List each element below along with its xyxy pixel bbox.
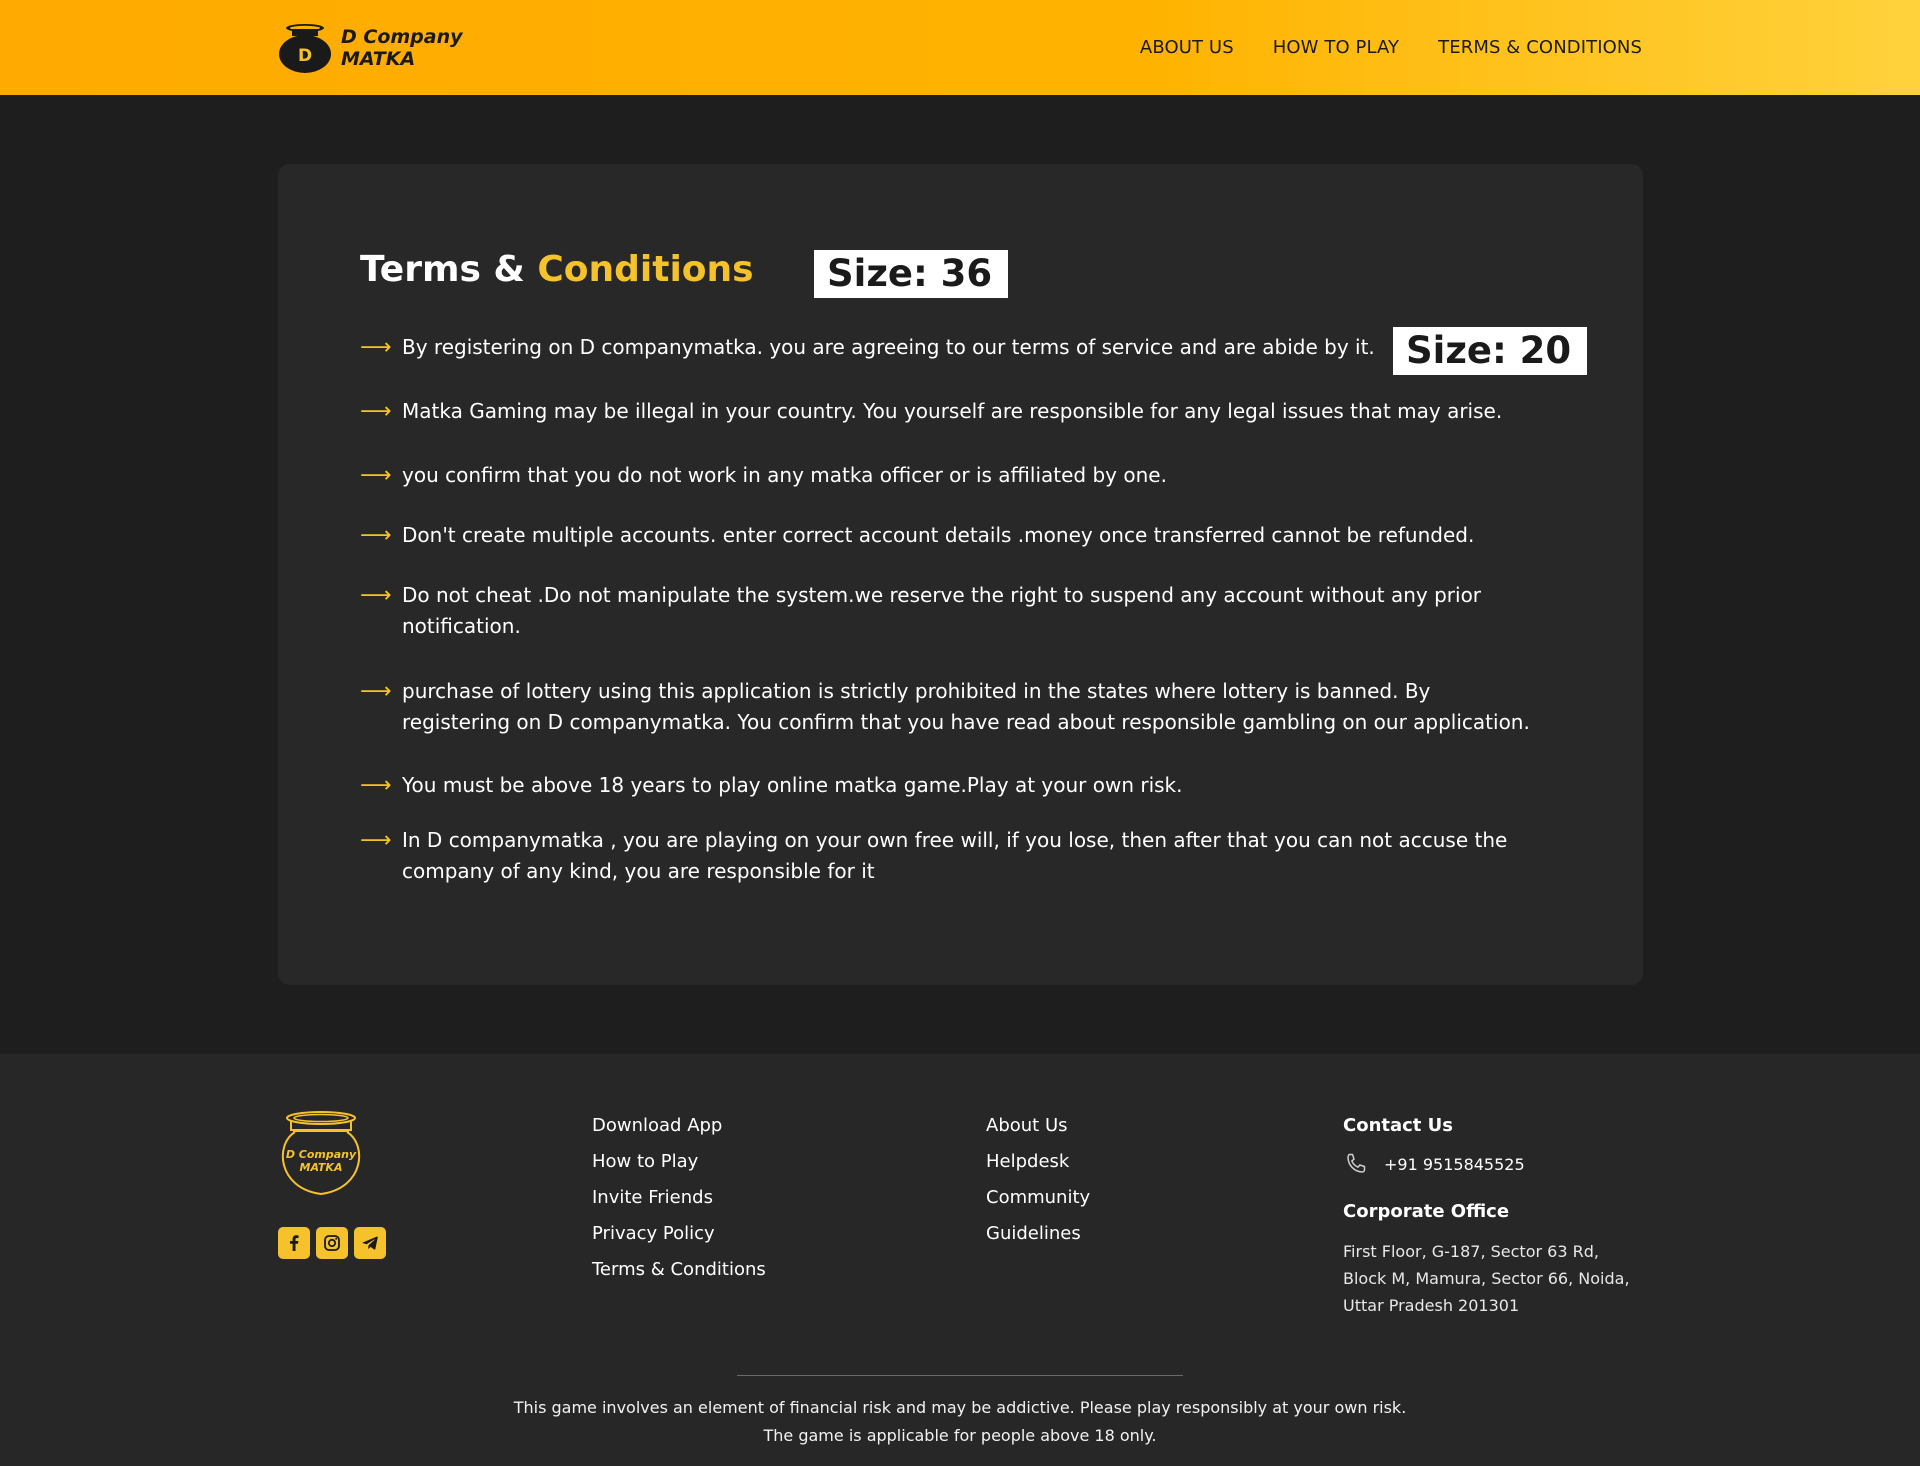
terms-card: Terms & Conditions Size: 36 ⟶ By registe… — [278, 164, 1643, 985]
footer-link-terms-conditions[interactable]: Terms & Conditions — [592, 1252, 766, 1288]
footer-link-helpdesk[interactable]: Helpdesk — [986, 1144, 1090, 1180]
term-item: ⟶ purchase of lottery using this applica… — [360, 676, 1540, 738]
address-line: Uttar Pradesh 201301 — [1343, 1296, 1520, 1315]
instagram-icon[interactable] — [316, 1227, 348, 1259]
arrow-right-icon: ⟶ — [360, 828, 392, 853]
footer-link-invite-friends[interactable]: Invite Friends — [592, 1180, 766, 1216]
contact-heading: Contact Us — [1343, 1115, 1454, 1136]
disclaimer-line: This game involves an element of financi… — [513, 1398, 1407, 1417]
arrow-right-icon: ⟶ — [360, 773, 392, 798]
page-title-part1: Terms & — [360, 249, 538, 290]
term-item: ⟶ By registering on D companymatka. you … — [360, 332, 1540, 363]
term-item: ⟶ Do not cheat .Do not manipulate the sy… — [360, 580, 1540, 642]
facebook-icon[interactable] — [278, 1227, 310, 1259]
nav-how-to-play[interactable]: HOW TO PLAY — [1273, 37, 1399, 58]
brand-name-line1: D Company — [341, 26, 463, 48]
page-title-accent: Conditions — [537, 249, 754, 290]
social-links — [278, 1227, 392, 1259]
arrow-right-icon: ⟶ — [360, 335, 392, 360]
term-text: Don't create multiple accounts. enter co… — [402, 523, 1475, 547]
phone-number: +91 9515845525 — [1384, 1154, 1525, 1174]
term-item: ⟶ You must be above 18 years to play onl… — [360, 770, 1540, 801]
nav-about-us[interactable]: ABOUT US — [1140, 37, 1234, 58]
size-annotation-body: Size: 20 — [1393, 327, 1588, 375]
contact-section: Contact Us +91 9515845525 Corporate Offi… — [1343, 1108, 1663, 1319]
footer-link-download-app[interactable]: Download App — [592, 1108, 766, 1144]
arrow-right-icon: ⟶ — [360, 583, 392, 608]
arrow-right-icon: ⟶ — [360, 399, 392, 424]
arrow-right-icon: ⟶ — [360, 463, 392, 488]
footer-matka-logo: D Company MATKA — [281, 1111, 361, 1196]
term-text: By registering on D companymatka. you ar… — [402, 335, 1375, 359]
term-item: ⟶ Matka Gaming may be illegal in your co… — [360, 396, 1540, 427]
term-item: ⟶ you confirm that you do not work in an… — [360, 460, 1540, 491]
telegram-icon[interactable] — [354, 1227, 386, 1259]
footer-logo-line1: D Company — [286, 1148, 357, 1161]
arrow-right-icon: ⟶ — [360, 523, 392, 548]
page-title: Terms & Conditions — [360, 248, 754, 292]
term-item: ⟶ Don't create multiple accounts. enter … — [360, 520, 1540, 551]
site-footer: D Company MATKA Download App How to Play… — [0, 1054, 1920, 1466]
site-header: D D Company MATKA ABOUT US HOW TO PLAY T… — [0, 0, 1920, 95]
office-address: First Floor, G-187, Sector 63 Rd, Block … — [1343, 1238, 1663, 1319]
address-line: Block M, Mamura, Sector 66, Noida, — [1343, 1269, 1630, 1288]
brand-name: D Company MATKA — [341, 26, 463, 70]
footer-link-guidelines[interactable]: Guidelines — [986, 1216, 1090, 1252]
term-text: purchase of lottery using this applicati… — [402, 679, 1530, 734]
footer-logo-line2: MATKA — [300, 1161, 343, 1174]
term-text: Do not cheat .Do not manipulate the syst… — [402, 583, 1482, 638]
corporate-office-heading: Corporate Office — [1343, 1201, 1510, 1222]
footer-link-how-to-play[interactable]: How to Play — [592, 1144, 766, 1180]
footer-divider — [737, 1375, 1183, 1376]
phone-row[interactable]: +91 9515845525 — [1343, 1148, 1663, 1180]
term-text: Matka Gaming may be illegal in your coun… — [402, 399, 1503, 423]
main-nav: ABOUT US HOW TO PLAY TERMS & CONDITIONS — [1101, 0, 1642, 95]
brand-badge-letter: D — [298, 46, 312, 66]
terms-list: ⟶ By registering on D companymatka. you … — [360, 332, 1540, 887]
disclaimer-line: The game is applicable for people above … — [763, 1426, 1157, 1445]
term-text: You must be above 18 years to play onlin… — [402, 773, 1183, 797]
footer-link-community[interactable]: Community — [986, 1180, 1090, 1216]
address-line: First Floor, G-187, Sector 63 Rd, — [1343, 1242, 1599, 1261]
matka-pot-icon: D — [279, 24, 331, 73]
footer-links-secondary: About Us Helpdesk Community Guidelines — [986, 1108, 1090, 1252]
size-annotation-title: Size: 36 — [814, 250, 1009, 298]
brand-logo-link[interactable]: D D Company MATKA — [277, 20, 463, 76]
term-item: ⟶ In D companymatka , you are playing on… — [360, 825, 1540, 887]
risk-disclaimer: This game involves an element of financi… — [0, 1394, 1920, 1450]
nav-terms-conditions[interactable]: TERMS & CONDITIONS — [1438, 37, 1642, 58]
phone-icon — [1347, 1153, 1366, 1173]
footer-link-privacy-policy[interactable]: Privacy Policy — [592, 1216, 766, 1252]
term-text: you confirm that you do not work in any … — [402, 463, 1167, 487]
footer-links-primary: Download App How to Play Invite Friends … — [592, 1108, 766, 1288]
footer-link-about-us[interactable]: About Us — [986, 1108, 1090, 1144]
arrow-right-icon: ⟶ — [360, 679, 392, 704]
brand-name-line2: MATKA — [341, 48, 416, 70]
term-text: In D companymatka , you are playing on y… — [402, 828, 1508, 883]
